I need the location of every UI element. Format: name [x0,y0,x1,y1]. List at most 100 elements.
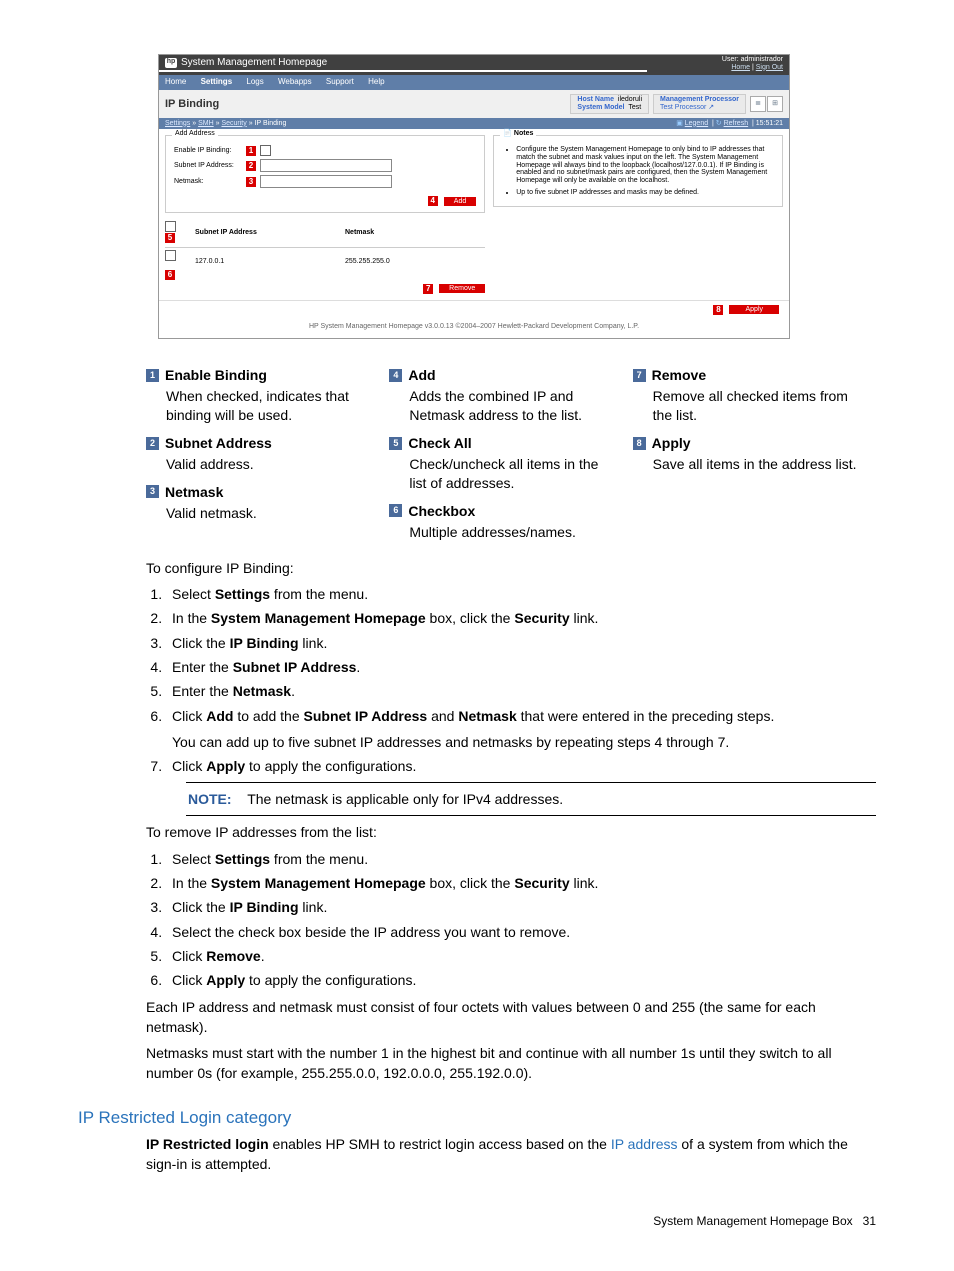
configure-steps: Select Settings from the menu. In the Sy… [166,584,876,776]
rstep-2: In the System Management Homepage box, c… [166,873,876,893]
note-2: Up to five subnet IP addresses and masks… [516,189,774,197]
legend-3-title: Netmask [165,484,223,500]
remove-intro: To remove IP addresses from the list: [146,822,876,842]
userbar: User: administrador Home | Sign Out [647,55,789,72]
col-netmask: Netmask [345,229,445,237]
netmask-label: Netmask: [174,178,242,186]
callout-4: 4 [428,196,438,206]
view-list-icon[interactable]: ≣ [750,96,766,112]
apply-button[interactable]: Apply [729,305,779,314]
rstep-5: Click Remove. [166,946,876,966]
col-subnet: Subnet IP Address [195,229,345,237]
host-info: Host Name iledoruli System Model Test [570,94,649,113]
step-7: Click Apply to apply the configurations. [166,756,876,776]
legend-4-text: Adds the combined IP and Netmask address… [409,387,614,425]
callout-8: 8 [713,305,723,315]
rstep-6: Click Apply to apply the configurations. [166,970,876,990]
rstep-1: Select Settings from the menu. [166,849,876,869]
subnet-input[interactable] [260,159,392,172]
legend-7-title: Remove [652,367,706,383]
crumb-current: IP Binding [255,120,287,127]
footer-page: 31 [863,1214,876,1228]
callout-2: 2 [246,161,256,171]
section-para: IP Restricted login enables HP SMH to re… [146,1134,876,1175]
configure-intro: To configure IP Binding: [146,558,876,578]
page-footer: System Management Homepage Box 31 [78,1214,876,1228]
page-title: IP Binding [165,98,219,110]
note-box: NOTE: The netmask is applicable only for… [186,782,876,816]
breadcrumb: Settings » SMH » Security » IP Binding [165,120,286,128]
hp-logo-icon: hp [165,58,177,68]
legend-2-text: Valid address. [166,455,371,474]
address-table: 5 Subnet IP Address Netmask 6 127.0.0.1 … [165,221,485,293]
menu-settings[interactable]: Settings [201,77,233,86]
step-2: In the System Management Homepage box, c… [166,608,876,628]
legend-4-title: Add [408,367,435,383]
menu-support[interactable]: Support [326,77,354,86]
step-1: Select Settings from the menu. [166,584,876,604]
crumb-security[interactable]: Security [221,120,246,127]
ip-address-link[interactable]: IP address [611,1136,678,1152]
menu-help[interactable]: Help [368,77,384,86]
menu-webapps[interactable]: Webapps [278,77,312,86]
enable-binding-label: Enable IP Binding: [174,147,242,155]
legend-8-text: Save all items in the address list. [653,455,858,474]
legend-link[interactable]: Legend [685,120,708,127]
step-3: Click the IP Binding link. [166,633,876,653]
view-grid-icon[interactable]: ⊞ [767,96,783,112]
callout-7: 7 [423,284,433,294]
user-label: User: administrador [722,56,783,63]
step-4: Enter the Subnet IP Address. [166,657,876,677]
legend-7-text: Remove all checked items from the list. [653,387,858,425]
footer-text: System Management Homepage Box [653,1214,852,1228]
fieldset-legend: Add Address [172,130,218,138]
callout-5: 5 [165,233,175,243]
section-heading: IP Restricted Login category [78,1108,876,1128]
callout-6: 6 [165,270,175,280]
step-6: Click Add to add the Subnet IP Address a… [166,706,876,753]
row-checkbox[interactable] [165,250,176,261]
row-mask: 255.255.255.0 [345,258,445,266]
copyright: HP System Management Homepage v3.0.0.13 … [159,319,789,339]
legend-1-text: When checked, indicates that binding wil… [166,387,371,425]
legend-8-title: Apply [652,435,691,451]
app-titlebar: hp System Management Homepage [159,55,647,70]
legend-1-title: Enable Binding [165,367,267,383]
legend-5-text: Check/uncheck all items in the list of a… [409,455,614,493]
mgmt-proc-info: Management Processor Test Processor ↗ [653,94,746,113]
home-link[interactable]: Home [731,64,750,71]
check-all-checkbox[interactable] [165,221,176,232]
remove-steps: Select Settings from the menu. In the Sy… [166,849,876,991]
callout-3: 3 [246,177,256,187]
legend-5-title: Check All [408,435,471,451]
note-1: Configure the System Management Homepage… [516,146,774,184]
time: 15:51:21 [756,120,783,127]
legend-6-title: Checkbox [408,503,475,519]
enable-binding-checkbox[interactable] [260,145,271,156]
table-row: 6 127.0.0.1 255.255.255.0 [165,248,485,276]
note-label: NOTE: [188,791,232,807]
subnet-label: Subnet IP Address: [174,162,242,170]
para-octets: Each IP address and netmask must consist… [146,997,876,1038]
netmask-input[interactable] [260,175,392,188]
legend-6-text: Multiple addresses/names. [409,523,614,542]
notes-panel: 📄 Notes Configure the System Management … [493,135,783,207]
step-5: Enter the Netmask. [166,681,876,701]
add-button[interactable]: Add [444,197,476,206]
app-title: System Management Homepage [181,57,327,68]
legend-3-text: Valid netmask. [166,504,371,523]
signout-link[interactable]: Sign Out [756,64,783,71]
note-text: The netmask is applicable only for IPv4 … [247,791,563,807]
menu-logs[interactable]: Logs [246,77,263,86]
add-address-fieldset: Add Address Enable IP Binding: 1 Subnet … [165,135,485,213]
rstep-4: Select the check box beside the IP addre… [166,922,876,942]
refresh-link[interactable]: Refresh [724,120,749,127]
remove-button[interactable]: Remove [439,284,485,293]
legend-grid: 1Enable Binding When checked, indicates … [146,367,876,551]
para-netmasks: Netmasks must start with the number 1 in… [146,1043,876,1084]
main-menu: Home Settings Logs Webapps Support Help [159,75,789,90]
crumb-smh[interactable]: SMH [198,120,214,127]
crumb-settings[interactable]: Settings [165,120,190,127]
legend-2-title: Subnet Address [165,435,272,451]
menu-home[interactable]: Home [165,77,186,86]
